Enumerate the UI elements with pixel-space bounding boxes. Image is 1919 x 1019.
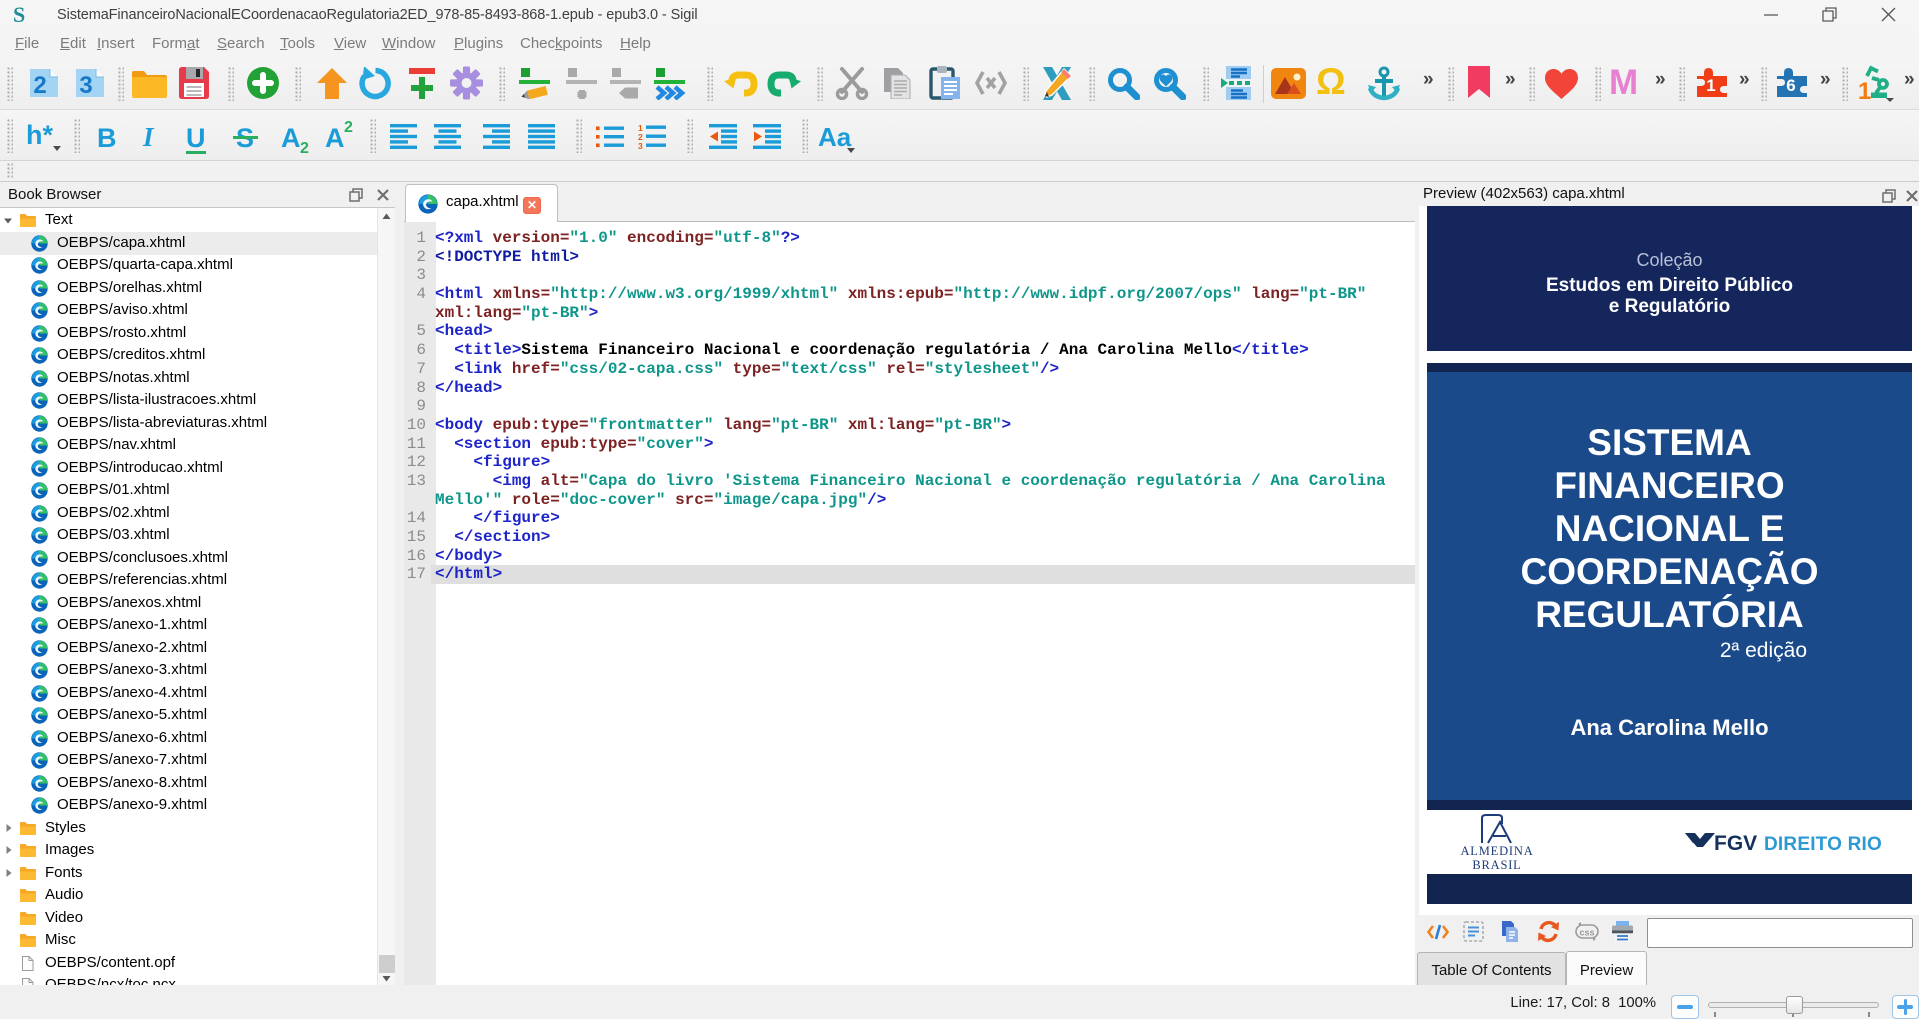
svg-text:1: 1 <box>1706 76 1715 95</box>
svg-text:3: 3 <box>79 72 92 99</box>
svg-text:1: 1 <box>1858 78 1871 102</box>
svg-text:6: 6 <box>1786 76 1795 95</box>
svg-text:2: 2 <box>33 72 46 99</box>
svg-text:3: 3 <box>638 141 643 150</box>
svg-text:css: css <box>1579 928 1594 938</box>
